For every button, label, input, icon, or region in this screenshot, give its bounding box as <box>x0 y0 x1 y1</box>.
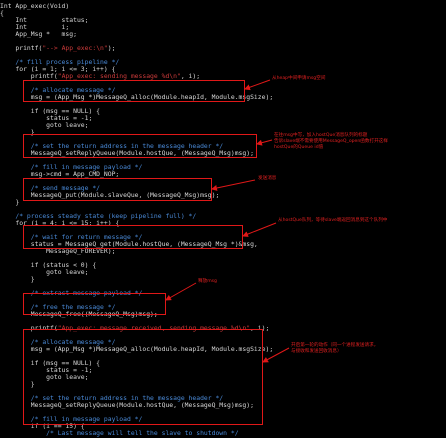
annotation-loop-again: 开启第一轮的动作（同一个进程发送请求， 与接收和发送回收消息） <box>291 343 379 354</box>
annotation-get-message: 从hostQue队列，等待slave端返回消息到这个队列中 <box>278 218 388 223</box>
annotation-send-message: 发送消息 <box>258 176 277 181</box>
arrow-free <box>165 282 197 301</box>
arrow-reply-queue <box>256 139 273 146</box>
annotation-free-msg: 释放msg <box>198 279 217 284</box>
arrow-get <box>242 222 277 237</box>
annotation-alloc-heap: 从heap中间申请msg空间 <box>272 76 326 81</box>
code-editor: Int App_exec(Void){ Int status; Int i; A… <box>0 0 446 437</box>
arrow-send <box>211 179 256 191</box>
annotation-set-reply-queue: 在往msg中写，加入hostQue消息队列的标题 告诉slave端不需要使用Me… <box>274 133 388 150</box>
arrow-alloc <box>244 79 271 91</box>
arrow-loop-again <box>262 347 290 363</box>
